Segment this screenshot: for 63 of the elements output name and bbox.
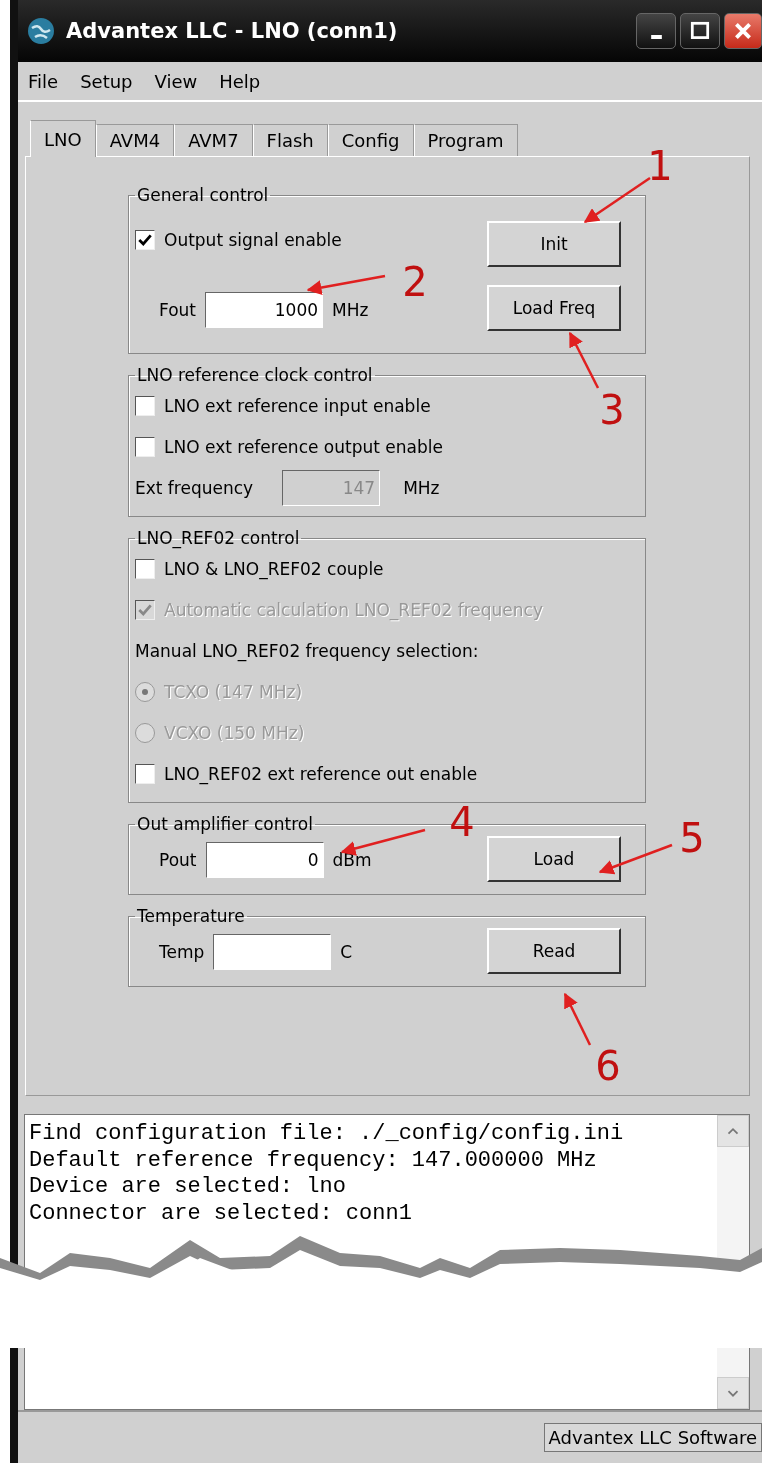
menu-item[interactable]: Help (219, 70, 261, 92)
log-line: Default reference frequency: 147.000000 MHz (29, 1147, 598, 1174)
close-icon (732, 20, 754, 42)
unit-label: MHz (332, 300, 369, 320)
checkbox-label: Output signal enable (164, 230, 342, 250)
field-label: Fout (159, 300, 196, 320)
push-button[interactable]: Load Freq (487, 285, 621, 331)
checkbox-label: LNO ext reference output enable (164, 436, 443, 457)
menu-item[interactable]: Setup (80, 70, 133, 92)
callout-arrow (568, 331, 600, 389)
callout-arrow (583, 176, 651, 224)
callout-number: 2 (402, 259, 428, 305)
menu-item[interactable]: View (154, 70, 198, 92)
tab[interactable]: Flash (252, 124, 328, 156)
status-text: Advantex LLC Software (543, 1423, 762, 1452)
minimize-icon (650, 35, 662, 39)
tab[interactable]: AVM4 (95, 124, 175, 156)
globe-icon (26, 16, 56, 46)
checkbox-label: LNO ext reference input enable (164, 395, 431, 416)
window-title: Advantex LLC - LNO (conn1) (66, 19, 399, 43)
group-title: Temperature (136, 906, 246, 926)
push-button[interactable]: Read (487, 928, 621, 974)
group-title: LNO_REF02 control (136, 528, 301, 548)
maximize-icon (689, 20, 711, 42)
checkbox[interactable] (135, 763, 155, 784)
checkbox[interactable] (135, 230, 155, 250)
section-label: Manual LNO_REF02 frequency selection: (135, 640, 479, 661)
tab[interactable]: Config (327, 124, 414, 156)
checkbox-label: LNO & LNO_REF02 couple (164, 558, 384, 579)
unit-label: dBm (332, 850, 372, 870)
callout-number: 6 (595, 1043, 621, 1089)
tab[interactable]: LNO (30, 120, 96, 157)
tab[interactable]: AVM7 (174, 124, 253, 156)
checkbox[interactable] (135, 558, 155, 579)
checkbox-label: LNO_REF02 ext reference out enable (164, 763, 478, 784)
unit-label: MHz (403, 477, 440, 498)
maximize-button[interactable] (680, 13, 720, 49)
log-line: Connector are selected: conn1 (29, 1200, 413, 1227)
push-button[interactable]: Init (487, 221, 621, 267)
callout-arrow (563, 992, 592, 1046)
checkbox[interactable] (135, 436, 155, 457)
field-label: Pout (159, 850, 197, 870)
input-field[interactable]: 1000 (205, 292, 323, 328)
unit-label: C (340, 942, 353, 962)
tab[interactable]: Program (413, 124, 518, 156)
input-field[interactable] (213, 934, 332, 970)
menu-item[interactable]: File (28, 70, 59, 92)
group-title: Out amplifier control (136, 814, 314, 834)
checkbox[interactable] (135, 395, 155, 416)
callout-number: 4 (449, 799, 475, 845)
log-line: Find configuration file: ./_config/config.ini (29, 1121, 625, 1148)
minimize-button[interactable] (636, 13, 676, 49)
callout-number: 5 (679, 815, 705, 861)
group-title: General control (136, 185, 270, 205)
close-button[interactable] (724, 13, 762, 49)
log-line: Device are selected: lno (29, 1174, 347, 1201)
push-button[interactable]: Load (487, 836, 621, 882)
callout-number: 1 (647, 143, 673, 189)
callout-number: 3 (599, 387, 625, 433)
group-title: LNO reference clock control (136, 365, 374, 385)
field-label: Ext frequency (135, 477, 254, 498)
field-label: Temp (159, 942, 205, 962)
input-field[interactable]: 0 (205, 842, 324, 878)
